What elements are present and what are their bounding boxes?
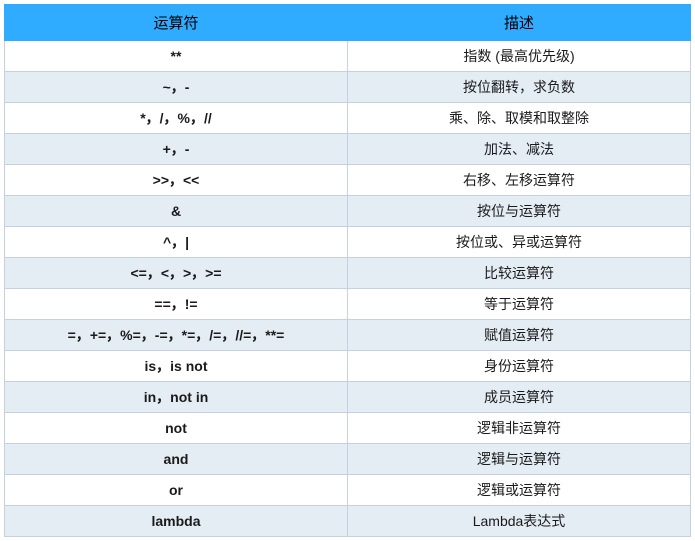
cell-operator: =，+=，%=，-=，*=，/=，//=，**= (5, 320, 348, 351)
operator-precedence-table: 运算符 描述 ** 指数 (最高优先级) ~，- 按位翻转，求负数 *，/，%，… (4, 4, 691, 537)
cell-operator: >>，<< (5, 165, 348, 196)
cell-description: Lambda表达式 (348, 506, 691, 537)
cell-description: 乘、除、取模和取整除 (348, 103, 691, 134)
table-row: lambda Lambda表达式 (5, 506, 691, 537)
table-row: =，+=，%=，-=，*=，/=，//=，**= 赋值运算符 (5, 320, 691, 351)
table-row: ** 指数 (最高优先级) (5, 41, 691, 72)
cell-description: 右移、左移运算符 (348, 165, 691, 196)
cell-description: 按位与运算符 (348, 196, 691, 227)
cell-operator: ==，!= (5, 289, 348, 320)
cell-description: 比较运算符 (348, 258, 691, 289)
cell-description: 加法、减法 (348, 134, 691, 165)
cell-operator: is，is not (5, 351, 348, 382)
cell-operator: and (5, 444, 348, 475)
cell-description: 按位翻转，求负数 (348, 72, 691, 103)
table-row: ==，!= 等于运算符 (5, 289, 691, 320)
table-header-row: 运算符 描述 (5, 5, 691, 41)
cell-description: 等于运算符 (348, 289, 691, 320)
cell-operator: <=，<，>，>= (5, 258, 348, 289)
cell-description: 成员运算符 (348, 382, 691, 413)
cell-description: 按位或、异或运算符 (348, 227, 691, 258)
table-body: ** 指数 (最高优先级) ~，- 按位翻转，求负数 *，/，%，// 乘、除、… (5, 41, 691, 537)
table-row: is，is not 身份运算符 (5, 351, 691, 382)
cell-operator: +，- (5, 134, 348, 165)
cell-description: 指数 (最高优先级) (348, 41, 691, 72)
table-row: or 逻辑或运算符 (5, 475, 691, 506)
table-row: not 逻辑非运算符 (5, 413, 691, 444)
cell-operator: *，/，%，// (5, 103, 348, 134)
table-row: +，- 加法、减法 (5, 134, 691, 165)
cell-operator: ** (5, 41, 348, 72)
cell-description: 赋值运算符 (348, 320, 691, 351)
cell-operator: & (5, 196, 348, 227)
table-row: & 按位与运算符 (5, 196, 691, 227)
cell-operator: in，not in (5, 382, 348, 413)
table-row: <=，<，>，>= 比较运算符 (5, 258, 691, 289)
table-row: ~，- 按位翻转，求负数 (5, 72, 691, 103)
header-description: 描述 (348, 5, 691, 41)
table-row: ^，| 按位或、异或运算符 (5, 227, 691, 258)
cell-operator: ~，- (5, 72, 348, 103)
cell-description: 逻辑非运算符 (348, 413, 691, 444)
cell-description: 逻辑与运算符 (348, 444, 691, 475)
cell-description: 逻辑或运算符 (348, 475, 691, 506)
cell-operator: ^，| (5, 227, 348, 258)
cell-operator: not (5, 413, 348, 444)
table-row: >>，<< 右移、左移运算符 (5, 165, 691, 196)
cell-operator: lambda (5, 506, 348, 537)
header-operator: 运算符 (5, 5, 348, 41)
cell-operator: or (5, 475, 348, 506)
cell-description: 身份运算符 (348, 351, 691, 382)
table-row: *，/，%，// 乘、除、取模和取整除 (5, 103, 691, 134)
table-row: in，not in 成员运算符 (5, 382, 691, 413)
table-row: and 逻辑与运算符 (5, 444, 691, 475)
